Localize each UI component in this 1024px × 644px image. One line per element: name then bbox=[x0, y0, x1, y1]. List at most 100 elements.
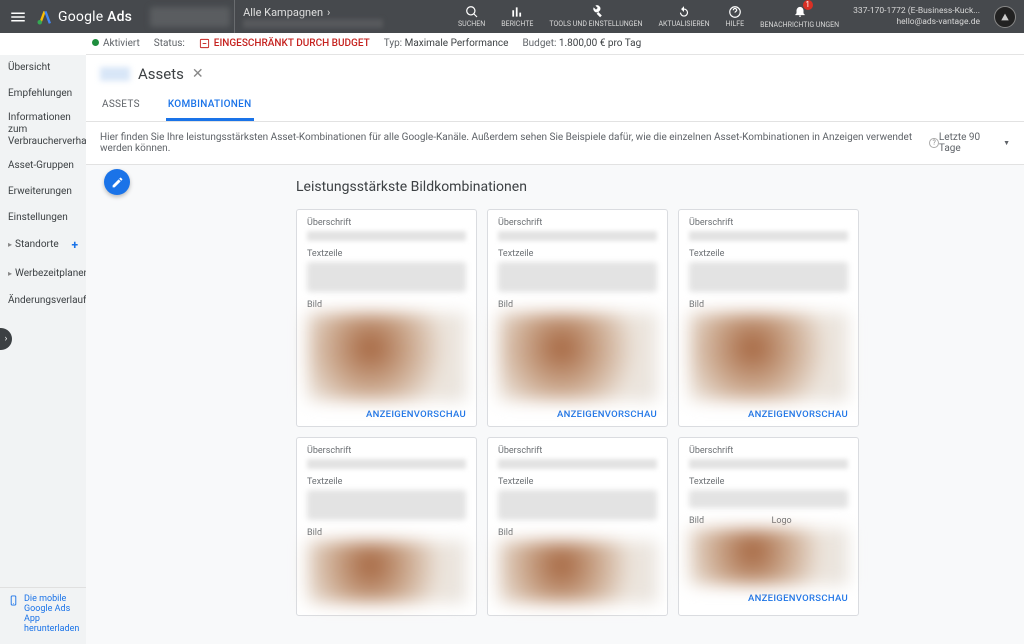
preview-button[interactable]: ANZEIGENVORSCHAU bbox=[498, 407, 657, 420]
nav-recommendations[interactable]: Empfehlungen bbox=[0, 81, 86, 107]
blurred-text bbox=[307, 231, 466, 241]
close-icon[interactable]: ✕ bbox=[192, 66, 204, 82]
image-label: Bild bbox=[689, 516, 766, 526]
nav-change-history[interactable]: Änderungsverlauf bbox=[0, 288, 86, 314]
nav-asset-groups[interactable]: Asset-Gruppen bbox=[0, 153, 86, 179]
nav-extensions[interactable]: Erweiterungen bbox=[0, 179, 86, 205]
textline-label: Textzeile bbox=[498, 477, 657, 487]
warning-icon bbox=[199, 38, 210, 49]
combo-card: Überschrift Textzeile Bild Logo ANZEIGEN… bbox=[678, 437, 859, 616]
reports-label: BERICHTE bbox=[501, 21, 533, 28]
combo-card: Überschrift Textzeile Bild ANZEIGENVORSC… bbox=[296, 209, 477, 427]
help-icon[interactable]: ? bbox=[929, 138, 938, 148]
textline-label: Textzeile bbox=[689, 249, 848, 259]
budget-warning[interactable]: EINGESCHRÄNKT DURCH BUDGET bbox=[199, 38, 370, 49]
mobile-app-promo[interactable]: Die mobile Google Ads App herunterladen bbox=[0, 587, 86, 644]
search-label: SUCHEN bbox=[458, 21, 485, 28]
refresh-label: AKTUALISIEREN bbox=[658, 21, 709, 28]
tools-settings-tool[interactable]: TOOLS UND EINSTELLUNGEN bbox=[541, 0, 650, 33]
avatar[interactable] bbox=[994, 6, 1016, 28]
blurred-image bbox=[498, 541, 657, 603]
main-content: Assets ✕ ASSETS KOMBINATIONEN Hier finde… bbox=[86, 55, 1024, 644]
combo-card: Überschrift Textzeile Bild ANZEIGENVORSC… bbox=[487, 209, 668, 427]
plus-icon[interactable]: + bbox=[71, 238, 78, 252]
date-range-picker[interactable]: Letzte 90 Tage▼ bbox=[939, 132, 1010, 154]
chevron-down-icon: ▼ bbox=[1003, 139, 1010, 147]
content-scroll: Leistungsstärkste Bildkombinationen Über… bbox=[86, 165, 1024, 644]
logo[interactable]: Google Ads bbox=[36, 8, 150, 26]
notif-label: BENACHRICHTIG UNGEN bbox=[760, 22, 839, 29]
image-label: Bild bbox=[498, 528, 657, 538]
notification-badge: 1 bbox=[803, 0, 813, 10]
reports-tool[interactable]: BERICHTE bbox=[493, 0, 541, 33]
blurred-text bbox=[307, 262, 466, 292]
tab-combinations[interactable]: KOMBINATIONEN bbox=[166, 91, 254, 121]
help-tool[interactable]: HILFE bbox=[718, 0, 753, 33]
textline-label: Textzeile bbox=[307, 477, 466, 487]
pencil-icon bbox=[111, 176, 124, 189]
tabs: ASSETS KOMBINATIONEN bbox=[100, 91, 1010, 121]
image-label: Bild bbox=[307, 528, 466, 538]
type-group: Typ: Maximale Performance bbox=[384, 38, 509, 49]
nav-ad-schedule[interactable]: ▸Werbezeitplaner+ bbox=[0, 259, 86, 287]
left-nav: Übersicht Empfehlungen Informationen zum… bbox=[0, 33, 86, 644]
headline-label: Überschrift bbox=[307, 446, 466, 456]
blurred-text bbox=[689, 490, 848, 508]
tab-assets[interactable]: ASSETS bbox=[100, 91, 142, 121]
topbar: Google Ads Alle Kampagnen › SUCHEN BERIC… bbox=[0, 0, 1024, 33]
textline-label: Textzeile bbox=[689, 477, 848, 487]
breadcrumb[interactable]: Alle Kampagnen › bbox=[234, 0, 383, 33]
phone-icon bbox=[8, 595, 19, 606]
blurred-image bbox=[307, 313, 466, 401]
textline-label: Textzeile bbox=[498, 249, 657, 259]
section-title: Leistungsstärkste Bildkombinationen bbox=[296, 179, 1010, 195]
hamburger-icon[interactable] bbox=[0, 8, 36, 26]
blurred-text bbox=[307, 490, 466, 520]
budget-group: Budget: 1.800,00 € pro Tag bbox=[522, 38, 641, 49]
combo-card: Überschrift Textzeile Bild bbox=[296, 437, 477, 616]
blurred-image bbox=[689, 529, 848, 585]
blurred-text bbox=[689, 262, 848, 292]
page-header: Assets ✕ ASSETS KOMBINATIONEN bbox=[86, 55, 1024, 122]
combo-card: Überschrift Textzeile Bild ANZEIGENVORSC… bbox=[678, 209, 859, 427]
breadcrumb-label: Alle Kampagnen bbox=[243, 6, 323, 19]
active-dot-icon bbox=[92, 39, 99, 46]
nav-locations[interactable]: ▸Standorte+ bbox=[0, 231, 86, 259]
preview-button[interactable]: ANZEIGENVORSCHAU bbox=[689, 407, 848, 420]
brand-bold: Ads bbox=[107, 9, 132, 25]
status-bar: Aktiviert Status: EINGESCHRÄNKT DURCH BU… bbox=[0, 33, 1024, 55]
account-info[interactable]: 337-170-1772 (E-Business-Kuck... hello@a… bbox=[847, 6, 986, 26]
combo-card: Überschrift Textzeile Bild bbox=[487, 437, 668, 616]
account-id: 337-170-1772 (E-Business-Kuck... bbox=[853, 6, 980, 16]
asset-group-name-blurred bbox=[100, 67, 130, 81]
account-email: hello@ads-vantage.de bbox=[853, 17, 980, 27]
fab-edit-button[interactable] bbox=[104, 169, 130, 195]
tools-label: TOOLS UND EINSTELLUNGEN bbox=[549, 21, 642, 28]
blurred-image bbox=[307, 541, 466, 603]
search-tool[interactable]: SUCHEN bbox=[450, 0, 493, 33]
image-label: Bild bbox=[307, 300, 466, 310]
refresh-tool[interactable]: AKTUALISIEREN bbox=[650, 0, 717, 33]
blurred-text bbox=[498, 490, 657, 520]
preview-button[interactable]: ANZEIGENVORSCHAU bbox=[689, 591, 848, 604]
cards-grid: Überschrift Textzeile Bild ANZEIGENVORSC… bbox=[296, 209, 1010, 616]
notifications-tool[interactable]: 1 BENACHRICHTIG UNGEN bbox=[752, 0, 847, 33]
blurred-text bbox=[307, 459, 466, 469]
status-active: Aktiviert bbox=[92, 38, 140, 49]
blurred-image bbox=[689, 313, 848, 401]
help-label: HILFE bbox=[726, 21, 745, 28]
preview-button[interactable]: ANZEIGENVORSCHAU bbox=[307, 407, 466, 420]
nav-consumer-insights[interactable]: Informationen zum Verbraucherverhalten bbox=[0, 107, 86, 153]
image-label: Bild bbox=[498, 300, 657, 310]
blurred-text bbox=[689, 459, 848, 469]
status-label: Status: bbox=[154, 38, 185, 49]
headline-label: Überschrift bbox=[498, 446, 657, 456]
chevron-right-icon: › bbox=[327, 6, 330, 19]
blurred-text bbox=[498, 459, 657, 469]
logo-label: Logo bbox=[772, 516, 849, 526]
nav-overview[interactable]: Übersicht bbox=[0, 55, 86, 81]
blurred-text bbox=[498, 262, 657, 292]
headline-label: Überschrift bbox=[498, 218, 657, 228]
brand-text: Google bbox=[58, 9, 103, 25]
nav-settings[interactable]: Einstellungen bbox=[0, 205, 86, 231]
